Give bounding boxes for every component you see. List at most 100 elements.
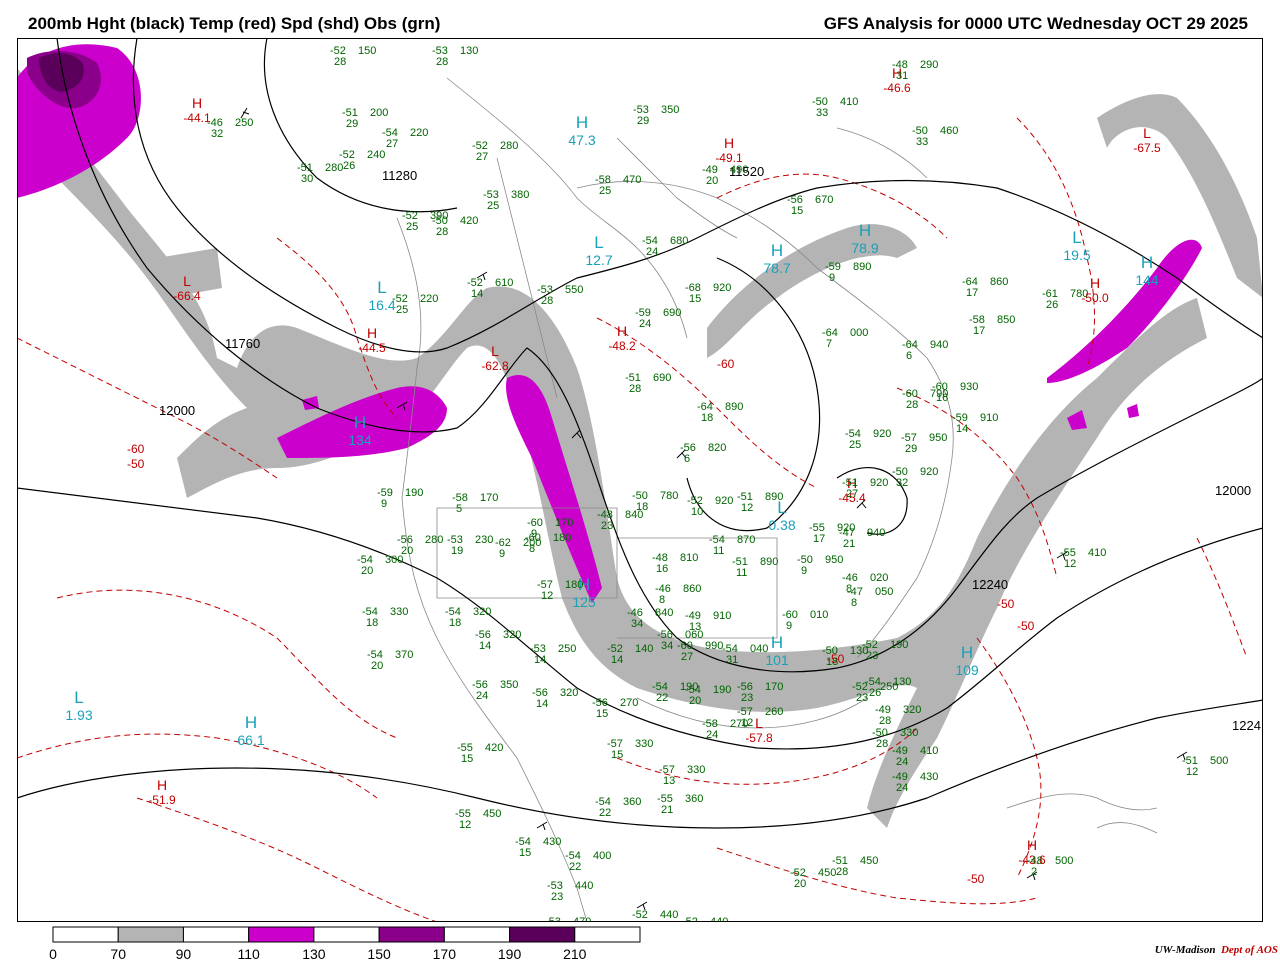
height-contour-label: 12000 — [1215, 483, 1251, 498]
height-center-value: 78.9 — [851, 240, 878, 256]
obs-dewpoint-depression: 13 — [663, 775, 675, 787]
height-center-letter: H — [961, 643, 973, 662]
obs-height: 020 — [870, 572, 888, 584]
obs-height: 320 — [560, 687, 578, 699]
obs-dewpoint-depression: 23 — [551, 891, 563, 903]
obs-height: 130 — [460, 45, 478, 57]
obs-dewpoint-depression: 32 — [896, 477, 908, 489]
height-center-value: 47.3 — [568, 132, 595, 148]
obs-dewpoint-depression: 34 — [631, 618, 643, 630]
obs-height: 270 — [730, 718, 748, 730]
obs-dewpoint-depression: 2 — [1031, 866, 1037, 878]
obs-height: 400 — [593, 850, 611, 862]
obs-height: 470 — [623, 174, 641, 186]
credit-dept: Dept of AOS — [1220, 944, 1278, 956]
obs-dewpoint-depression: 9 — [829, 272, 835, 284]
temp-center-value: -51.9 — [148, 793, 176, 807]
obs-dewpoint-depression: 27 — [386, 138, 398, 150]
obs-height: 500 — [1055, 855, 1073, 867]
height-center-letter: H — [771, 633, 783, 652]
obs-height: 280 — [425, 534, 443, 546]
obs-height: 920 — [713, 282, 731, 294]
obs-height: 820 — [708, 442, 726, 454]
obs-dewpoint-depression: 28 — [879, 715, 891, 727]
obs-dewpoint-depression: 15 — [596, 708, 608, 720]
height-center-letter: H — [245, 713, 257, 732]
temp-center-value: -57.8 — [745, 731, 773, 745]
obs-dewpoint-depression: 29 — [905, 443, 917, 455]
obs-dewpoint-depression: 27 — [476, 151, 488, 163]
temp-contour-label: -50 — [997, 597, 1015, 611]
obs-dewpoint-depression: 14 — [956, 423, 968, 435]
obs-height: 280 — [500, 140, 518, 152]
height-center-value: 101 — [765, 652, 789, 668]
temp-center-letter: H — [724, 135, 734, 151]
obs-dewpoint-depression: 20 — [794, 878, 806, 890]
obs-dewpoint-depression: 21 — [661, 804, 673, 816]
obs-dewpoint-depression: 14 — [611, 654, 623, 666]
obs-height: 320 — [503, 629, 521, 641]
obs-height: 860 — [683, 583, 701, 595]
obs-height: 840 — [655, 607, 673, 619]
obs-height: 910 — [713, 610, 731, 622]
obs-height: 190 — [890, 639, 908, 651]
obs-dewpoint-depression: 17 — [973, 325, 985, 337]
obs-dewpoint-depression: 33 — [816, 107, 828, 119]
obs-height: 430 — [920, 771, 938, 783]
obs-height: 250 — [558, 643, 576, 655]
obs-dewpoint-depression: 26 — [343, 160, 355, 172]
temp-center-letter: H — [157, 777, 167, 793]
temp-center-letter: H — [1027, 837, 1037, 853]
weather-map: 11280 11520117601200012000122401224 L12.7… — [17, 38, 1263, 922]
obs-height: 940 — [867, 527, 885, 539]
obs-dewpoint-depression: 19 — [451, 545, 463, 557]
obs-dewpoint-depression: 20 — [706, 175, 718, 187]
obs-height: 780 — [1070, 288, 1088, 300]
obs-height: 690 — [663, 307, 681, 319]
legend-bin — [248, 926, 315, 943]
chart-title-right: GFS Analysis for 0000 UTC Wednesday OCT … — [823, 14, 1248, 33]
obs-dewpoint-depression: 32 — [211, 128, 223, 140]
obs-dewpoint-depression: 8 — [659, 594, 665, 606]
height-center-value: 78.7 — [763, 260, 790, 276]
height-center-letter: H — [1141, 253, 1153, 272]
temp-center-value: -66.4 — [173, 289, 201, 303]
obs-height: 440 — [575, 880, 593, 892]
obs-height: 870 — [737, 534, 755, 546]
obs-dewpoint-depression: 15 — [791, 205, 803, 217]
obs-height: 410 — [840, 96, 858, 108]
obs-height: 610 — [495, 277, 513, 289]
obs-dewpoint-depression: 22 — [569, 861, 581, 873]
chart-title-left: 200mb Hght (black) Temp (red) Spd (shd) … — [28, 14, 441, 33]
legend-bin — [52, 926, 119, 943]
obs-dewpoint-depression: 25 — [487, 200, 499, 212]
obs-dewpoint-depression: 28 — [334, 56, 346, 68]
height-contour-label: 12000 — [159, 403, 195, 418]
obs-dewpoint-depression: 15 — [519, 847, 531, 859]
obs-dewpoint-depression: 27 — [846, 488, 858, 500]
obs-height: 300 — [385, 554, 403, 566]
obs-dewpoint-depression: 9 — [801, 565, 807, 577]
obs-dewpoint-depression: 22 — [599, 807, 611, 819]
temp-center-value: -46.6 — [883, 81, 911, 95]
obs-height: 920 — [837, 522, 855, 534]
obs-height: 950 — [825, 554, 843, 566]
obs-dewpoint-depression: 25 — [599, 185, 611, 197]
obs-height: 180 — [553, 532, 571, 544]
obs-dewpoint-depression: 23 — [741, 692, 753, 704]
obs-dewpoint-depression: 25 — [849, 439, 861, 451]
obs-height: 190 — [713, 684, 731, 696]
obs-dewpoint-depression: 6 — [684, 453, 690, 465]
obs-height: 320 — [473, 606, 491, 618]
obs-height: 890 — [725, 401, 743, 413]
obs-dewpoint-depression: 28 — [436, 56, 448, 68]
obs-dewpoint-depression: 28 — [906, 399, 918, 411]
obs-height: 250 — [235, 117, 253, 129]
temp-center-letter: L — [491, 343, 499, 359]
obs-dewpoint-depression: 25 — [406, 221, 418, 233]
obs-height: 690 — [653, 372, 671, 384]
obs-height: 410 — [920, 745, 938, 757]
obs-height: 240 — [367, 149, 385, 161]
obs-height: 360 — [685, 793, 703, 805]
height-contour-label: 1224 — [1232, 718, 1261, 733]
